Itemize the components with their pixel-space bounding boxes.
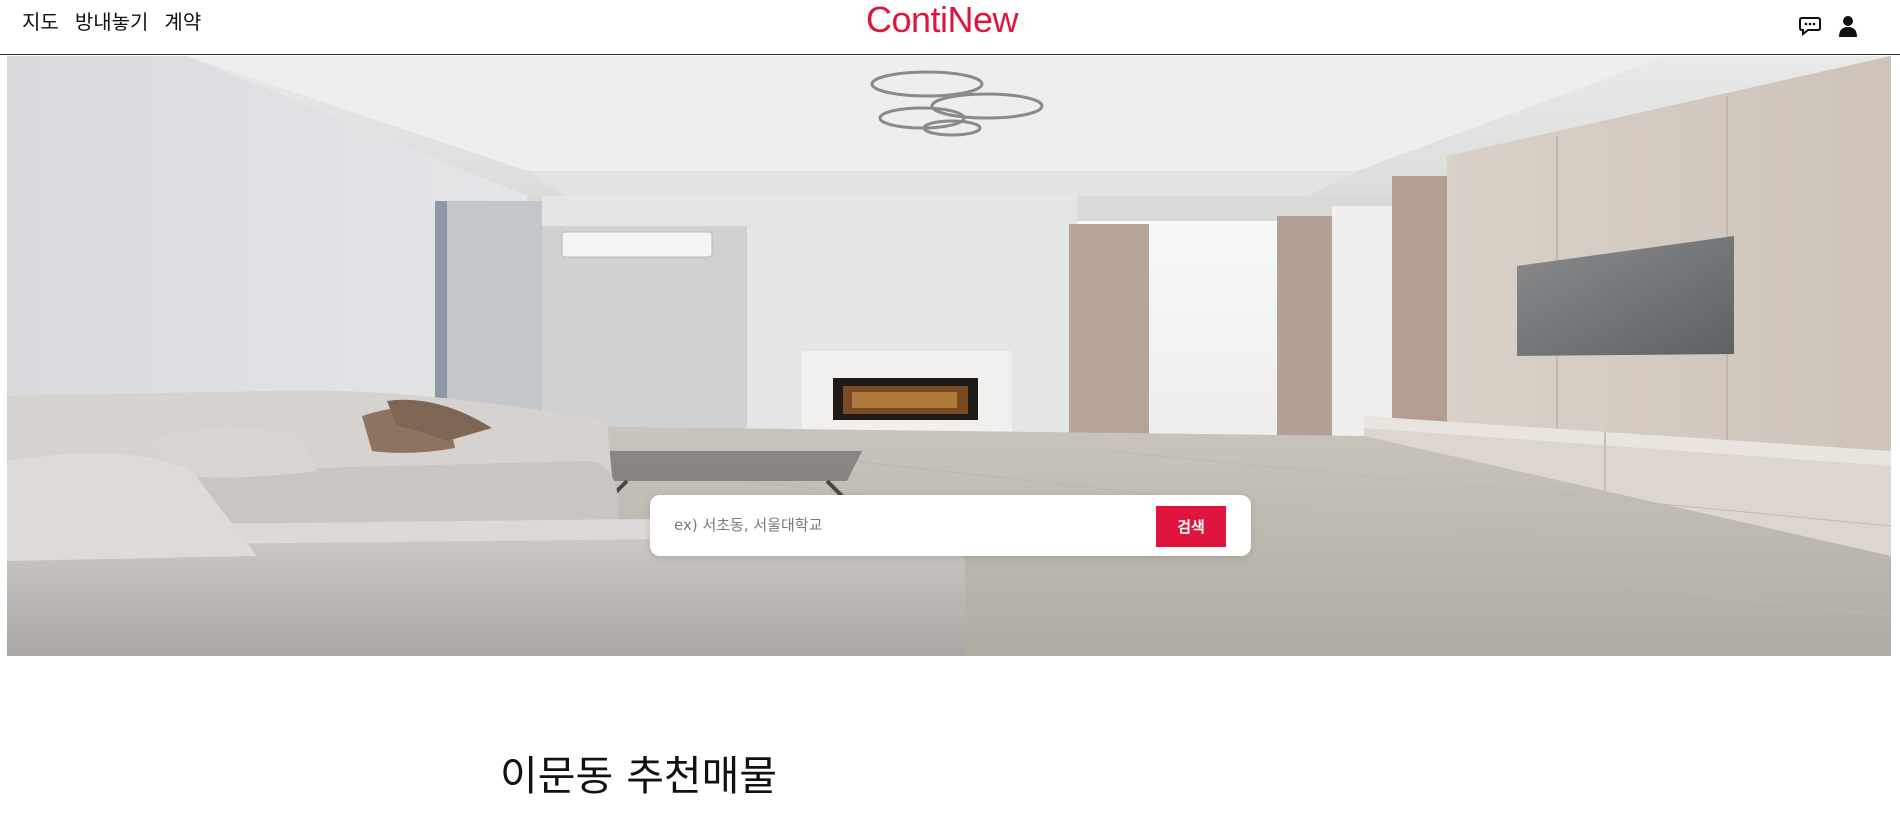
search-bar: 검색 — [650, 495, 1251, 556]
nav-item-contract[interactable]: 계약 — [164, 10, 201, 34]
user-icon[interactable] — [1836, 14, 1860, 38]
nav-item-map[interactable]: 지도 — [22, 10, 59, 34]
logo[interactable]: ContiNew — [866, 0, 1019, 40]
main-nav: 지도 방내놓기 계약 — [22, 10, 201, 34]
search-button[interactable]: 검색 — [1156, 506, 1226, 547]
header-icons — [1798, 14, 1860, 38]
top-header: 지도 방내놓기 계약 ContiNew — [0, 0, 1900, 55]
chat-icon[interactable] — [1798, 14, 1822, 38]
living-room-image — [7, 56, 1891, 656]
hero-banner: 검색 — [7, 56, 1891, 656]
section-title: 이문동 추천매물 — [500, 752, 778, 800]
search-input[interactable] — [674, 511, 1134, 539]
nav-item-list-room[interactable]: 방내놓기 — [75, 10, 149, 34]
